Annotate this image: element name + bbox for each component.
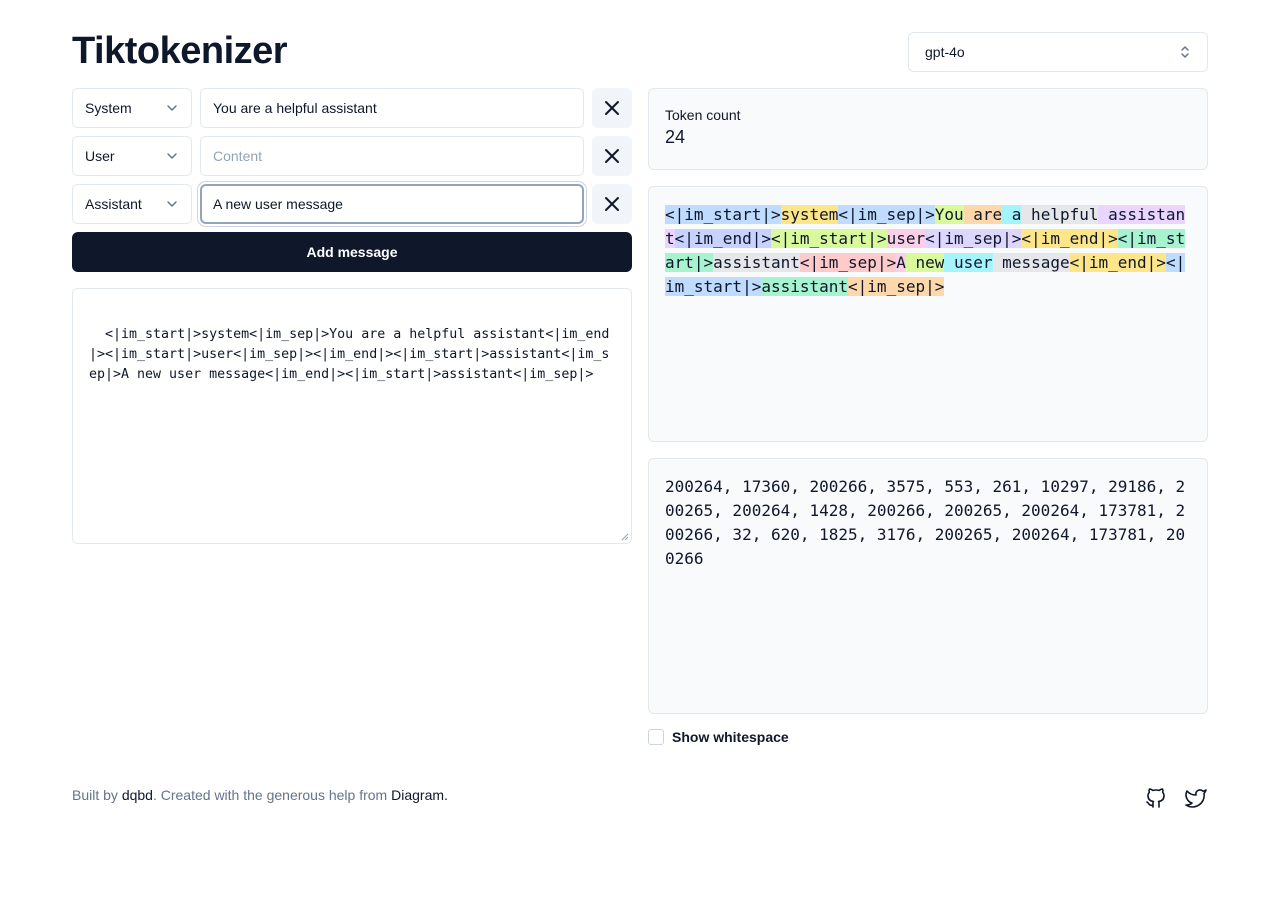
show-whitespace-toggle[interactable]: Show whitespace (648, 729, 789, 745)
role-select-value: Assistant (85, 196, 142, 212)
delete-message-button[interactable] (592, 88, 632, 128)
footer-prefix: Built by (72, 787, 122, 803)
add-message-button[interactable]: Add message (72, 232, 632, 272)
token-ids-card: 200264, 17360, 200266, 3575, 553, 261, 1… (648, 458, 1208, 714)
show-whitespace-label: Show whitespace (672, 729, 789, 745)
token[interactable]: You (934, 205, 964, 224)
raw-text-area[interactable]: <|im_start|>system<|im_sep|>You are a he… (72, 288, 632, 544)
message-content-input[interactable] (200, 184, 584, 224)
token[interactable]: <|im_start|> (770, 229, 887, 248)
token[interactable]: <|im_end|> (1069, 253, 1166, 272)
model-select-value: gpt-4o (925, 44, 965, 60)
token[interactable]: assistant (761, 277, 849, 296)
close-icon (605, 197, 619, 211)
diagram-link[interactable]: Diagram (391, 787, 444, 803)
token-count-value: 24 (665, 127, 686, 147)
token[interactable]: a (1002, 205, 1022, 224)
token[interactable]: message (992, 253, 1070, 272)
token[interactable]: <|im_end|> (1021, 229, 1118, 248)
close-icon (605, 101, 619, 115)
token-ids: 200264, 17360, 200266, 3575, 553, 261, 1… (665, 477, 1186, 568)
footer-credits: Built by dqbd. Created with the generous… (72, 787, 448, 803)
token[interactable]: user (944, 253, 993, 272)
token[interactable]: user (886, 229, 926, 248)
resize-handle-icon[interactable] (621, 533, 629, 541)
chevron-up-down-icon (1181, 46, 1189, 58)
role-select-value: System (85, 100, 132, 116)
token[interactable]: <|im_start|> (665, 205, 781, 224)
token[interactable]: system (780, 205, 839, 224)
message-row: System (72, 88, 632, 128)
footer-suffix: . (444, 787, 448, 803)
chevron-down-icon (167, 201, 177, 207)
token-visualization: <|im_start|>system<|im_sep|>You are a he… (648, 186, 1208, 442)
role-select[interactable]: User (72, 136, 192, 176)
role-select[interactable]: System (72, 88, 192, 128)
message-content-input[interactable] (200, 88, 584, 128)
close-icon (605, 149, 619, 163)
token[interactable]: helpful (1021, 205, 1099, 224)
twitter-icon[interactable] (1184, 786, 1208, 810)
token-count-label: Token count (665, 107, 741, 123)
token[interactable]: are (963, 205, 1003, 224)
message-editor: System User Assistant Add message (72, 88, 632, 272)
show-whitespace-checkbox[interactable] (648, 729, 664, 745)
footer-middle: . Created with the generous help from (152, 787, 392, 803)
chevron-down-icon (167, 153, 177, 159)
message-row: User (72, 136, 632, 176)
delete-message-button[interactable] (592, 136, 632, 176)
token[interactable]: <|im_sep|> (848, 277, 945, 296)
raw-text-content: <|im_start|>system<|im_sep|>You are a he… (89, 327, 610, 382)
token[interactable]: <|im_sep|> (799, 253, 897, 272)
author-link[interactable]: dqbd (122, 787, 153, 803)
token[interactable]: <|im_sep|> (925, 229, 1022, 248)
token[interactable]: assistant (713, 253, 800, 272)
model-select[interactable]: gpt-4o (908, 32, 1208, 72)
token[interactable]: A (896, 253, 906, 272)
delete-message-button[interactable] (592, 184, 632, 224)
social-links (1144, 786, 1208, 810)
message-content-input[interactable] (200, 136, 584, 176)
token[interactable]: <|im_sep|> (838, 205, 935, 224)
message-row: Assistant (72, 184, 632, 224)
role-select[interactable]: Assistant (72, 184, 192, 224)
github-icon[interactable] (1144, 786, 1168, 810)
token[interactable]: new (905, 253, 945, 272)
token[interactable]: <|im_end|> (674, 229, 771, 248)
role-select-value: User (85, 148, 115, 164)
app-title: Tiktokenizer (72, 30, 288, 72)
token-count-card: Token count 24 (648, 88, 1208, 170)
chevron-down-icon (167, 105, 177, 111)
